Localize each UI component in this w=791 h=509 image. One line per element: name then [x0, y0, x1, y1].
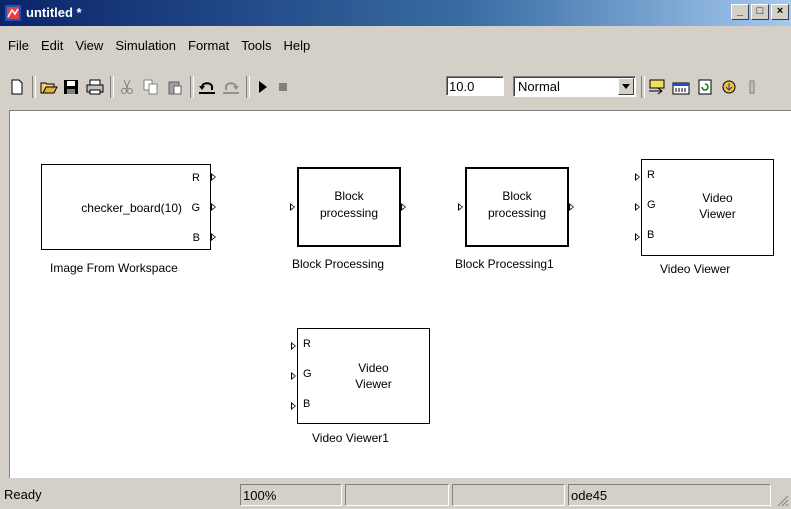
- stop-simulation-icon[interactable]: [272, 76, 294, 98]
- menu-help[interactable]: Help: [278, 36, 317, 56]
- debugger-icon[interactable]: [740, 76, 762, 98]
- block-caption[interactable]: Video Viewer: [660, 262, 730, 276]
- model-explorer-icon[interactable]: [718, 76, 740, 98]
- menu-format[interactable]: Format: [182, 36, 235, 56]
- status-pane-empty-2: [452, 484, 565, 506]
- stop-time-input[interactable]: 10.0: [446, 76, 504, 96]
- menu-tools[interactable]: Tools: [235, 36, 277, 56]
- save-icon[interactable]: [60, 76, 82, 98]
- chevron-down-icon[interactable]: [618, 78, 634, 95]
- menu-file[interactable]: File: [0, 36, 35, 56]
- title-bar: untitled * _ □ ×: [0, 0, 791, 26]
- simulation-mode-select[interactable]: Normal: [513, 76, 636, 97]
- menu-edit[interactable]: Edit: [35, 36, 69, 56]
- copy-icon[interactable]: [140, 76, 162, 98]
- output-port[interactable]: [401, 203, 406, 211]
- output-port-b[interactable]: [211, 233, 216, 241]
- input-port[interactable]: [458, 203, 463, 211]
- input-port-b[interactable]: [635, 233, 640, 241]
- port-label-r: R: [303, 338, 311, 350]
- port-label-b: B: [303, 398, 311, 410]
- zoom-level: 100%: [240, 484, 342, 506]
- block-processing-block[interactable]: Block processing: [297, 167, 401, 247]
- block-line-1: Block: [502, 189, 532, 203]
- block-line-1: Video: [358, 361, 389, 375]
- block-expression: checker_board(10): [81, 201, 182, 215]
- resize-grip-icon[interactable]: [777, 495, 789, 507]
- status-bar: Ready 100% ode45: [0, 482, 791, 509]
- port-label-g: G: [647, 199, 656, 211]
- close-button[interactable]: ×: [771, 4, 789, 20]
- library-browser-icon[interactable]: [670, 76, 692, 98]
- block-line-2: Viewer: [699, 207, 736, 221]
- print-icon[interactable]: [84, 76, 106, 98]
- input-port-g[interactable]: [291, 372, 296, 380]
- port-label-r: R: [647, 169, 655, 181]
- update-diagram-icon[interactable]: [694, 76, 716, 98]
- block-line-2: processing: [319, 206, 379, 220]
- block-line-2: Viewer: [355, 377, 392, 391]
- redo-icon[interactable]: [220, 76, 242, 98]
- image-from-workspace-block[interactable]: checker_board(10) R G B: [41, 164, 211, 250]
- input-port-r[interactable]: [635, 173, 640, 181]
- block-line-1: Video: [702, 191, 733, 205]
- output-port-r[interactable]: [211, 173, 216, 181]
- port-label-g: G: [303, 368, 312, 380]
- block-line-1: Block: [334, 189, 364, 203]
- maximize-button[interactable]: □: [751, 4, 769, 20]
- block-caption[interactable]: Image From Workspace: [50, 261, 178, 275]
- solver-name: ode45: [568, 484, 771, 506]
- output-port[interactable]: [569, 203, 574, 211]
- output-port-g[interactable]: [211, 203, 216, 211]
- menu-bar: File Edit View Simulation Format Tools H…: [0, 36, 316, 56]
- port-label-g: G: [191, 202, 200, 214]
- menu-simulation[interactable]: Simulation: [109, 36, 182, 56]
- minimize-button[interactable]: _: [731, 4, 749, 20]
- status-pane-empty-1: [345, 484, 449, 506]
- port-label-b: B: [647, 229, 655, 241]
- undo-icon[interactable]: [196, 76, 218, 98]
- cut-icon[interactable]: [116, 76, 138, 98]
- input-port-r[interactable]: [291, 342, 296, 350]
- status-text: Ready: [4, 487, 42, 502]
- menu-view[interactable]: View: [69, 36, 109, 56]
- start-simulation-icon[interactable]: [252, 76, 274, 98]
- paste-icon[interactable]: [164, 76, 186, 98]
- toolbar: 10.0 Normal: [0, 74, 791, 104]
- new-model-icon[interactable]: [6, 76, 28, 98]
- block-caption[interactable]: Video Viewer1: [312, 431, 389, 445]
- video-viewer1-block[interactable]: R G B Video Viewer: [297, 328, 430, 424]
- simulink-app-icon: [5, 5, 21, 21]
- block-line-2: processing: [487, 206, 547, 220]
- window-title: untitled *: [26, 5, 82, 20]
- block-caption[interactable]: Block Processing: [292, 257, 384, 271]
- block-processing1-block[interactable]: Block processing: [465, 167, 569, 247]
- block-caption[interactable]: Block Processing1: [455, 257, 554, 271]
- port-label-r: R: [192, 172, 200, 184]
- input-port[interactable]: [290, 203, 295, 211]
- input-port-b[interactable]: [291, 402, 296, 410]
- build-icon[interactable]: [646, 76, 668, 98]
- simulation-mode-value: Normal: [518, 79, 560, 94]
- model-canvas[interactable]: checker_board(10) R G B Image From Works…: [9, 110, 791, 478]
- video-viewer-block[interactable]: R G B Video Viewer: [641, 159, 774, 256]
- port-label-b: B: [192, 232, 200, 244]
- input-port-g[interactable]: [635, 203, 640, 211]
- open-icon[interactable]: [38, 76, 60, 98]
